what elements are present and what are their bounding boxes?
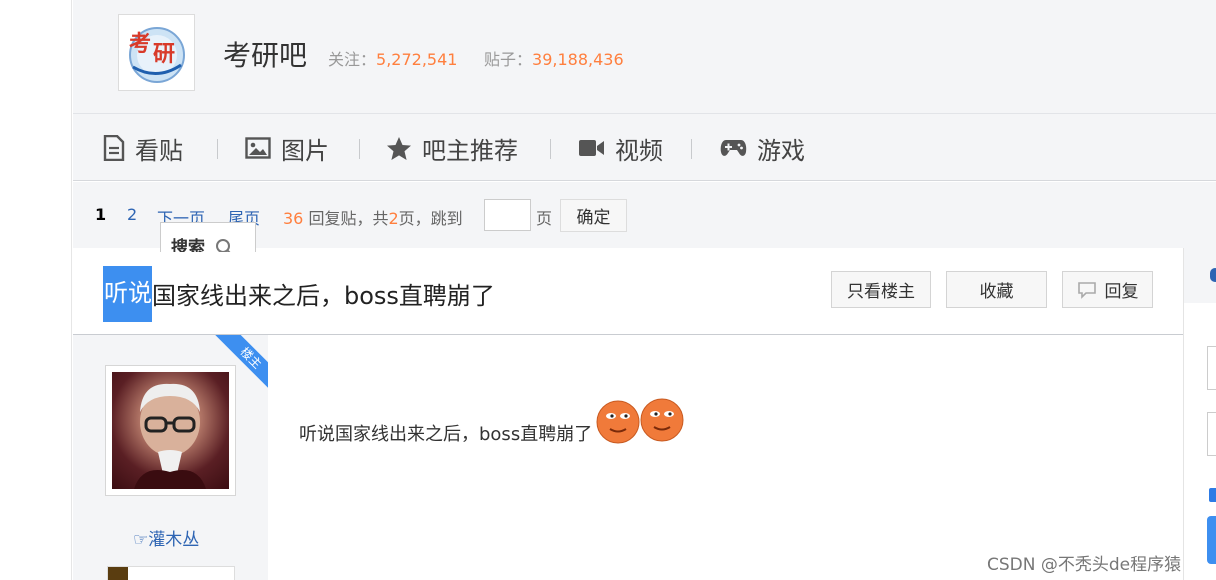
nav-label: 游戏	[757, 136, 805, 165]
watermark: CSDN @不秃头de程序猿	[987, 555, 1182, 575]
page-current: 1	[95, 205, 107, 224]
left-margin	[0, 0, 72, 580]
only-op-button[interactable]: 只看楼主	[831, 271, 931, 308]
sidebar-header	[1184, 248, 1216, 303]
nav-item-images[interactable]: 图片	[245, 114, 329, 182]
post-text: 听说国家线出来之后，boss直聘崩了	[299, 424, 593, 445]
search-tab-label: 搜索	[171, 238, 205, 252]
nav-item-video[interactable]: 视频	[578, 114, 663, 182]
reply-count: 36	[283, 209, 304, 228]
post-body: 听说国家线出来之后，boss直聘崩了	[268, 335, 1183, 580]
nav-label: 图片	[281, 136, 329, 165]
posts-stat: 贴子：39,188,436	[484, 46, 624, 70]
reply-label: 回复	[1104, 282, 1139, 302]
nav-divider	[217, 139, 218, 159]
tieba-thread-page: 考 研 考研吧 关注：5,272,541 贴子：39,188,436 看贴 图片…	[0, 0, 1216, 580]
document-icon	[103, 135, 125, 161]
posts-count: 39,188,436	[532, 50, 624, 69]
title-highlight: 听说	[103, 266, 152, 322]
reply-text: 回复贴，共	[308, 209, 389, 228]
page-link-2[interactable]: 2	[127, 205, 137, 224]
nav-label: 看贴	[135, 136, 183, 165]
thread-title-bar: 听说国家线出来之后，boss直聘崩了 只看楼主 收藏 回复	[73, 248, 1183, 335]
jump-confirm-button[interactable]: 确定	[560, 199, 627, 232]
video-camera-icon	[579, 140, 604, 156]
svg-text:考: 考	[129, 31, 151, 57]
page-unit-label: 页	[536, 209, 553, 228]
nav-divider	[359, 139, 360, 159]
forum-header: 考 研 考研吧 关注：5,272,541 贴子：39,188,436	[73, 0, 1216, 113]
avatar	[112, 372, 229, 489]
comment-icon	[1077, 281, 1096, 299]
search-tab[interactable]: 搜索	[160, 222, 256, 252]
nav-item-posts[interactable]: 看贴	[103, 114, 183, 182]
page-jump-input[interactable]	[484, 199, 531, 231]
thread-title: 听说国家线出来之后，boss直聘崩了	[103, 266, 495, 322]
search-icon	[215, 239, 231, 252]
title-rest: 国家线出来之后，boss直聘崩了	[152, 282, 495, 310]
forum-logo[interactable]: 考 研	[118, 14, 195, 91]
nav-item-recommend[interactable]: 吧主推荐	[386, 114, 518, 182]
reply-button[interactable]: 回复	[1062, 271, 1153, 308]
posts-label: 贴子：	[484, 50, 533, 69]
post-content: 听说国家线出来之后，boss直聘崩了	[299, 398, 686, 446]
level-badge	[107, 566, 235, 580]
follow-count: 5,272,541	[376, 50, 458, 69]
gamepad-icon	[720, 140, 747, 156]
follow-label: 关注：	[328, 50, 377, 69]
op-badge: 楼主	[213, 335, 268, 390]
right-sidebar	[1183, 248, 1216, 580]
nav-divider	[691, 139, 692, 159]
nav-item-games[interactable]: 游戏	[720, 114, 805, 182]
avatar-image	[134, 383, 206, 489]
jump-text: 页，跳到	[398, 209, 463, 228]
forum-name[interactable]: 考研吧	[223, 34, 307, 74]
star-icon	[387, 136, 411, 160]
image-icon	[245, 137, 271, 159]
reply-summary: 36 回复贴，共2页，跳到	[283, 205, 463, 229]
emoji-icon	[596, 398, 684, 444]
forum-logo-icon: 考 研	[129, 27, 185, 83]
nav-label: 吧主推荐	[422, 136, 518, 165]
username-link[interactable]: ☞灌木丛	[133, 525, 199, 550]
sidebar-checkbox[interactable]	[1209, 488, 1216, 502]
forum-nav: 看贴 图片 吧主推荐 视频 游戏	[73, 113, 1216, 181]
op-badge-label: 楼主	[213, 335, 268, 390]
sidebar-icon	[1210, 268, 1216, 282]
level-icon	[108, 567, 128, 580]
sidebar-input[interactable]	[1207, 346, 1216, 390]
nav-label: 视频	[615, 136, 663, 165]
sidebar-input[interactable]	[1207, 412, 1216, 456]
follow-stat: 关注：5,272,541	[328, 46, 457, 70]
sidebar-button[interactable]	[1207, 516, 1216, 564]
favorite-button[interactable]: 收藏	[946, 271, 1047, 308]
total-pages: 2	[388, 209, 399, 228]
nav-divider	[550, 139, 551, 159]
svg-text:研: 研	[153, 41, 175, 67]
